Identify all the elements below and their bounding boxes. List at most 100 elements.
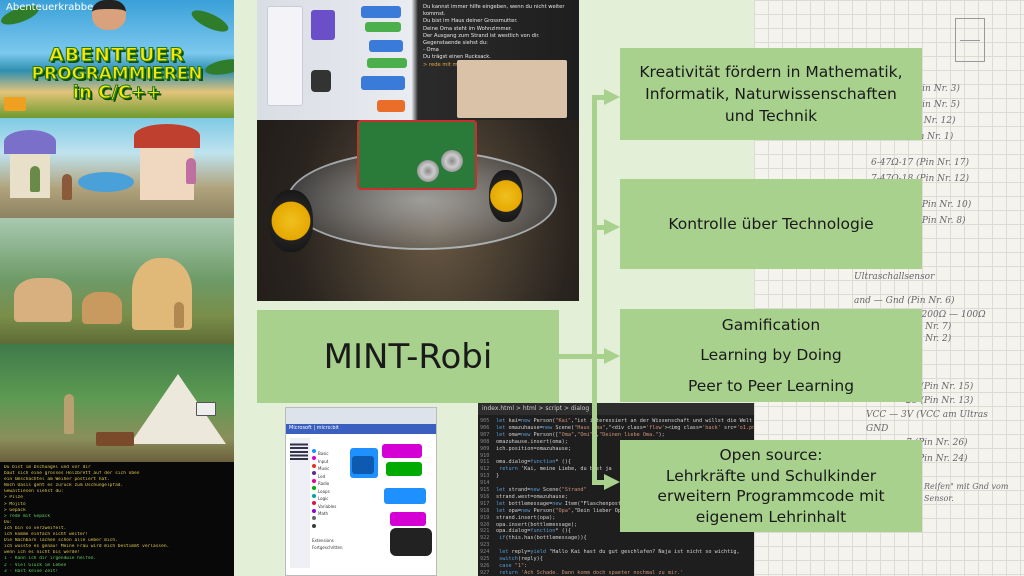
learning-methods-box: Gamification Learning by Doing Peer to P…: [620, 309, 922, 402]
box-line: Kreativität fördern in Mathematik,: [639, 63, 903, 81]
line-number: 919: [480, 514, 490, 521]
line-number: 920: [480, 521, 490, 528]
game-title-scene: Abenteuerkrabbe ABENTEUER PROGRAMMIEREN …: [0, 0, 234, 118]
category-item[interactable]: Loops: [312, 478, 338, 494]
logo-badge: [4, 97, 26, 111]
code-line: 916 strand.west=omazuhause;: [480, 494, 568, 500]
line-number: 917: [480, 500, 490, 507]
seven-segment-sketch: [955, 18, 985, 62]
code-line: 924 let reply=yield "Hallo Kai hast du g…: [480, 549, 740, 555]
line-number: 916: [480, 493, 490, 500]
code-line: 923: [480, 542, 496, 548]
line-number: 908: [480, 438, 490, 445]
category-label: Fortgeschritten: [312, 545, 343, 550]
code-block: [367, 58, 407, 68]
category-item[interactable]: Logic: [312, 485, 338, 501]
arrow-head: [604, 474, 620, 490]
note-line: and — Gnd (Pin Nr. 6): [854, 296, 955, 306]
code-block: [365, 22, 401, 32]
box-line: Lehrkräfte und Schulkinder: [665, 466, 877, 485]
line-number: 907: [480, 431, 490, 438]
code-line: 917 let bottlemessage=new Item("Flaschenp…: [480, 501, 621, 507]
jungle-village-scene: [0, 218, 234, 344]
screen-line: - Oma: [423, 47, 439, 54]
game-console: Du bist im Dschungel und vor dir baut sic…: [0, 462, 234, 576]
robot-wheel: [269, 190, 313, 252]
code-text: strand.west=omazuhause;: [496, 493, 568, 500]
line-number: 915: [480, 487, 490, 493]
line-number: 910: [480, 452, 490, 459]
code-line: 915 let strand=new Scene("Strand": [480, 487, 587, 493]
code-line: 905 let kai=new Person("Kai","ist interes…: [480, 418, 752, 424]
code-text: let strand=new Scene("Strand": [496, 487, 587, 493]
box-line: Gamification: [721, 315, 821, 334]
line-number: 906: [480, 424, 490, 431]
note-line: 6-47Ω-17 (Pin Nr. 17): [871, 158, 970, 168]
line-number: 905: [480, 418, 490, 424]
laptop: [196, 402, 216, 416]
category-item[interactable]: Extensions: [312, 508, 338, 543]
code-text: ich.position=omazuhause;: [496, 445, 571, 452]
character: [174, 302, 184, 328]
game-image: [457, 60, 567, 118]
code-block: [382, 444, 422, 458]
screen-line: Du kannst immer hilfe eingeben, wenn du …: [423, 4, 565, 18]
line-number: 927: [480, 569, 490, 576]
code-text: }: [496, 473, 500, 480]
robot-wheel: [489, 170, 523, 222]
code-block: [390, 512, 426, 526]
code-block: [386, 462, 422, 476]
line-number: 912: [480, 466, 490, 473]
makecode-screenshot: Microsoft | micro:bit Basic Input Music Led…: [285, 407, 437, 576]
code-line: 906 let omazuhause=new Scene("Haus Oma","…: [480, 425, 754, 431]
note-line: VCC — 3V (VCC am Ultras: [866, 410, 988, 420]
line-number: 914: [480, 480, 490, 487]
category-item[interactable]: Fortgeschritten: [312, 515, 343, 550]
led-grid: [290, 442, 308, 460]
note-line: Reifen" mit Gnd vom: [924, 482, 1009, 491]
category-item[interactable]: Input: [312, 448, 338, 464]
note-line: GND: [866, 424, 889, 434]
screen-line: Du bist im Haus deiner Grossmutter.: [423, 18, 518, 25]
code-text: let oma=new Person(["Oma","Omi"],"Deinen…: [496, 431, 665, 438]
code-line: 927 return 'Ach Schade. Dann komm doch s…: [480, 570, 683, 576]
laptop-screen: Du kannst immer hilfe eingeben, wenn du …: [257, 0, 579, 120]
category-dot-icon: [312, 523, 316, 528]
console-line: 3 - Hast keine Zeit!: [4, 568, 59, 574]
category-item[interactable]: Music: [312, 455, 338, 471]
code-text: opa.dialog=function* (){: [496, 528, 571, 535]
category-item[interactable]: Variables: [312, 493, 338, 509]
code-line: 919 strand.insert(opa);: [480, 515, 555, 521]
code-line: 920 opa.insert(bottlemessage);: [480, 522, 577, 528]
ultrasonic-sensor: [417, 160, 439, 182]
box-line: eigenem Lehrinhalt: [695, 507, 847, 526]
category-item[interactable]: Radio: [312, 470, 338, 486]
technology-control-box: Kontrolle über Technologie: [620, 179, 922, 269]
code-line: 910: [480, 453, 496, 459]
character: [30, 166, 40, 192]
village-scene: [0, 118, 234, 218]
code-text: oma.dialog=function* (){: [496, 459, 571, 466]
palm-leaf: [188, 6, 232, 36]
note-line: Sensor.: [924, 494, 954, 503]
category-item[interactable]: Basic: [312, 440, 338, 456]
block-palette: [267, 6, 303, 106]
game-sign: Abenteuerkrabbe: [6, 2, 94, 13]
line-number: 911: [480, 459, 490, 466]
code-line: 908 omazuhause.insert(oma);: [480, 439, 568, 445]
code-block: [369, 40, 403, 52]
fountain: [78, 172, 134, 192]
open-source-box: Open source: Lehrkräfte und Schulkinder …: [620, 440, 922, 532]
house-roof: [4, 130, 56, 154]
code-line: 922 if(this.has(bottlemessage)){: [480, 535, 587, 541]
browser-bar: [286, 408, 436, 424]
arrow-head: [604, 89, 620, 105]
category-item[interactable]: Led: [312, 463, 338, 479]
line-number: 921: [480, 528, 490, 535]
line-number: 922: [480, 535, 490, 542]
code-block: [377, 100, 405, 112]
code-text: switch(reply){: [499, 556, 543, 562]
microbit-image: [390, 528, 432, 556]
character: [62, 174, 72, 200]
category-item[interactable]: Math: [312, 500, 338, 516]
